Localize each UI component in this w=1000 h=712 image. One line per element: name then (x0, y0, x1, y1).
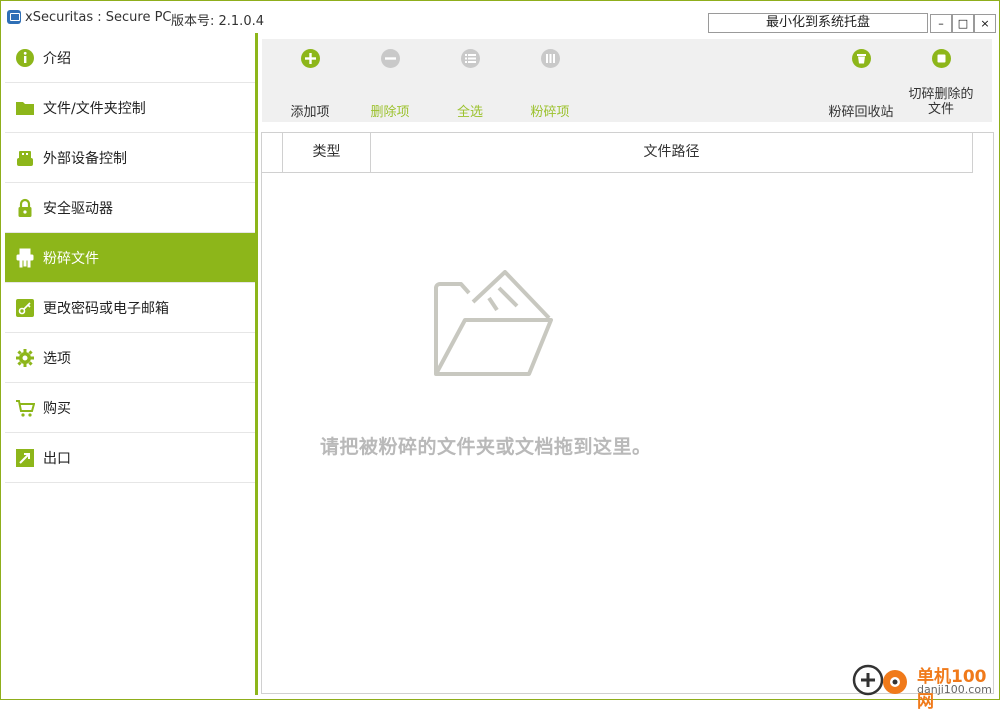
app-icon (7, 10, 21, 24)
gear-icon (15, 348, 35, 368)
info-icon (15, 48, 35, 68)
header-type[interactable]: 类型 (283, 133, 371, 172)
sidebar-item-shred-files[interactable]: 粉碎文件 (5, 233, 255, 283)
table-header: 类型 文件路径 (262, 133, 973, 173)
stop-icon (931, 49, 951, 68)
sidebar-item-secure-drive[interactable]: 安全驱动器 (5, 183, 255, 233)
watermark-logo-icon (852, 664, 907, 696)
add-item-label: 添加项 (290, 105, 330, 120)
minimize-button[interactable]: – (930, 14, 952, 33)
empty-folder-illustration (434, 270, 553, 376)
sidebar-item-file-folder-control[interactable]: 文件/文件夹控制 (5, 83, 255, 133)
key-icon (15, 298, 35, 318)
sidebar: 介绍 文件/文件夹控制 外部设备控制 安全驱动器 粉碎文件 更改密码或电子邮箱 … (5, 33, 255, 695)
close-button[interactable]: × (974, 14, 996, 33)
sidebar-item-label: 选项 (43, 350, 71, 367)
shred-deleted-files-line2: 文件 (927, 102, 954, 117)
minimize-to-tray-button[interactable]: 最小化到系统托盘 (708, 13, 928, 33)
shred-deleted-files-label: 切碎删除的 文件 (901, 87, 981, 117)
version-label: 版本号: 2.1.0.4 (171, 14, 264, 29)
remove-item-label: 删除项 (370, 105, 410, 120)
folder-icon (15, 98, 35, 118)
app-window: xSecuritas : Secure PC 版本号: 2.1.0.4 最小化到… (0, 0, 1000, 712)
shredder-icon (15, 248, 35, 268)
sidebar-item-label: 文件/文件夹控制 (43, 100, 146, 117)
trash-icon (851, 49, 871, 68)
maximize-button[interactable]: □ (952, 14, 974, 33)
title-bar: xSecuritas : Secure PC 版本号: 2.1.0.4 最小化到… (1, 1, 999, 33)
file-drop-table[interactable]: 类型 文件路径 请把被粉碎的文件夹或文档拖到这里。 (261, 132, 994, 694)
sidebar-item-label: 安全驱动器 (43, 200, 113, 217)
plus-circle-icon (300, 49, 320, 68)
shred-deleted-files-line1: 切碎删除的 (908, 87, 974, 102)
site-watermark: 单机100网 danji100.com (851, 661, 1000, 712)
sidebar-item-label: 更改密码或电子邮箱 (43, 300, 169, 317)
shred-bars-icon (540, 49, 560, 68)
sidebar-item-label: 外部设备控制 (43, 150, 127, 167)
sidebar-item-label: 购买 (43, 400, 71, 417)
shred-deleted-files-button[interactable]: 切碎删除的 文件 (901, 39, 981, 122)
select-all-button[interactable]: 全选 (430, 39, 510, 122)
sidebar-item-change-password-email[interactable]: 更改密码或电子邮箱 (5, 283, 255, 333)
shred-items-label: 粉碎项 (530, 105, 570, 120)
usb-icon (15, 148, 35, 168)
add-item-button[interactable]: 添加项 (270, 39, 350, 122)
sidebar-item-label: 粉碎文件 (43, 250, 99, 267)
sidebar-item-label: 出口 (43, 450, 71, 467)
watermark-en-text: danji100.com (917, 683, 992, 696)
sidebar-item-options[interactable]: 选项 (5, 333, 255, 383)
shred-items-button[interactable]: 粉碎项 (510, 39, 590, 122)
select-all-label: 全选 (456, 105, 483, 120)
sidebar-item-intro[interactable]: 介绍 (5, 33, 255, 83)
remove-item-button[interactable]: 删除项 (350, 39, 430, 122)
drop-hint-text: 请把被粉碎的文件夹或文档拖到这里。 (320, 436, 652, 458)
toolbar: 添加项 删除项 全选 粉碎项 粉碎回收站 切碎删除的 文件 (262, 39, 992, 122)
app-title: xSecuritas : Secure PC (25, 10, 172, 25)
header-file-path[interactable]: 文件路径 (371, 133, 972, 172)
sidebar-item-exit[interactable]: 出口 (5, 433, 255, 483)
list-icon (460, 49, 480, 68)
sidebar-item-label: 介绍 (43, 50, 71, 67)
sidebar-divider (255, 33, 258, 695)
exit-icon (15, 448, 35, 468)
sidebar-item-device-control[interactable]: 外部设备控制 (5, 133, 255, 183)
shred-recycle-bin-label: 粉碎回收站 (828, 105, 894, 120)
shred-recycle-bin-button[interactable]: 粉碎回收站 (821, 39, 901, 122)
lock-icon (15, 198, 35, 218)
minus-circle-icon (380, 49, 400, 68)
cart-icon (15, 398, 35, 418)
sidebar-item-purchase[interactable]: 购买 (5, 383, 255, 433)
header-checkbox-column[interactable] (262, 133, 283, 172)
